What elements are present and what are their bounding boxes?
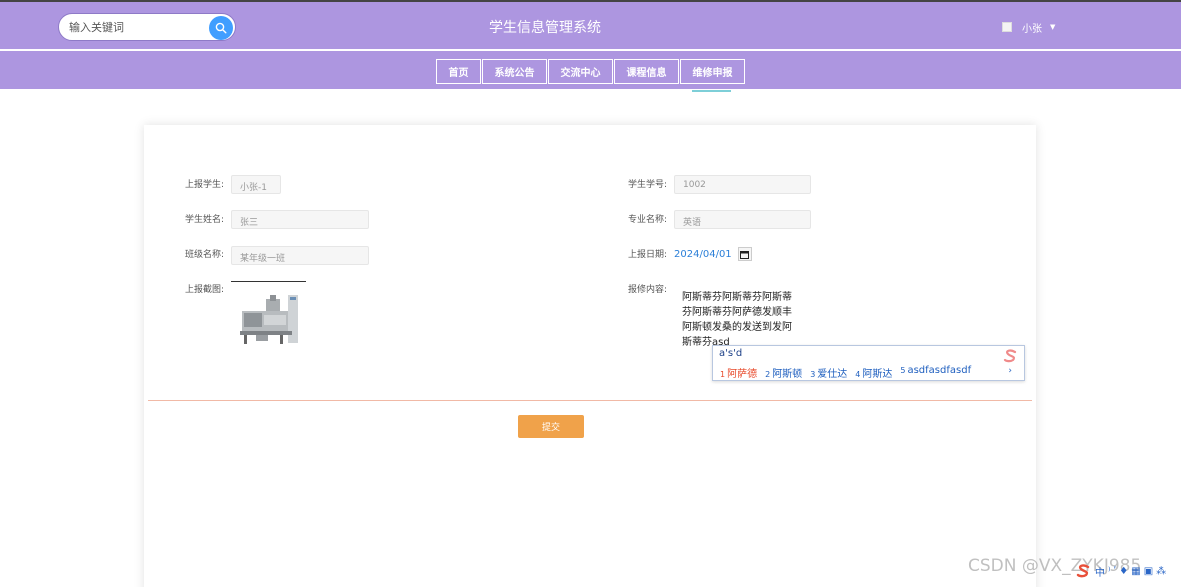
ime-candidate[interactable]: 1 阿萨德	[720, 365, 757, 380]
nav-active-indicator	[692, 90, 731, 92]
main-nav: 首页 系统公告 交流中心 课程信息 维修申报	[436, 59, 746, 84]
ime-toolbar-punct-icon[interactable]: ʹ	[1113, 566, 1116, 577]
ime-next-page-icon[interactable]: ›	[1008, 366, 1012, 376]
machine-image[interactable]	[236, 291, 306, 349]
sogou-logo-icon	[1003, 349, 1017, 363]
form-divider	[148, 400, 1032, 401]
major-field[interactable]: 英语	[674, 210, 811, 229]
student-name-label: 学生姓名:	[185, 215, 225, 225]
content-line: 阿斯顿发桑的发送到发阿	[682, 322, 792, 333]
report-date-label: 上报日期:	[628, 250, 668, 260]
content-label: 报修内容:	[628, 285, 668, 295]
submit-button[interactable]: 提交	[518, 415, 584, 438]
nav-item-home[interactable]: 首页	[436, 59, 481, 84]
nav-item-exchange[interactable]: 交流中心	[548, 59, 613, 84]
student-id-label: 学生学号:	[628, 180, 668, 190]
ime-candidate[interactable]: 2 阿斯顿	[765, 365, 802, 380]
ime-candidate[interactable]: 4 阿斯达	[855, 365, 892, 380]
student-id-field[interactable]: 1002	[674, 175, 811, 194]
nav-item-repair[interactable]: 维修申报	[680, 59, 745, 84]
ime-toolbar-mic-icon[interactable]: ♦	[1119, 566, 1128, 577]
user-name: 小张	[1022, 23, 1042, 35]
user-menu[interactable]: 小张 ▼	[1002, 19, 1055, 35]
date-day: 01	[718, 248, 732, 260]
ime-toolbar-chinese-mode[interactable]: 中	[1095, 564, 1105, 579]
header-divider	[0, 49, 1181, 51]
major-label: 专业名称:	[628, 215, 668, 225]
search-button[interactable]	[209, 16, 233, 40]
caret-down-icon: ▼	[1050, 23, 1056, 31]
date-month: 04	[702, 248, 716, 260]
ime-toolbar-moon-icon[interactable]: ⁾	[1108, 566, 1110, 577]
search-box	[58, 13, 236, 41]
screenshot-label: 上报截图:	[185, 285, 225, 295]
ime-candidates: 1 阿萨德 2 阿斯顿 3 爱仕达 4 阿斯达 5 asdfasdfasdf	[720, 365, 979, 380]
calendar-icon[interactable]	[737, 247, 752, 261]
date-year: 2024	[674, 248, 700, 260]
repair-form-card: 上报学生: 小张-1 学生姓名: 张三 班级名称: 某年级一班 上报截图: 学生…	[144, 125, 1036, 587]
search-input[interactable]	[69, 19, 199, 35]
ime-candidate[interactable]: 3 爱仕达	[810, 365, 847, 380]
reporter-label: 上报学生:	[185, 180, 225, 190]
ime-toolbar-keyboard-icon[interactable]: ▦	[1131, 566, 1140, 577]
content-line: 芬阿斯蒂芬阿萨德发顺丰	[682, 307, 792, 318]
ime-toolbar: 中 ⁾ ʹ ♦ ▦ ▣ ⁂	[1076, 561, 1181, 581]
search-icon	[215, 22, 227, 34]
content-line: 阿斯蒂芬阿斯蒂芬阿斯蒂	[682, 292, 792, 303]
sogou-logo-icon[interactable]	[1076, 564, 1092, 578]
site-title: 学生信息管理系统	[489, 20, 601, 36]
nav-item-courses[interactable]: 课程信息	[614, 59, 679, 84]
report-date-input[interactable]: 2024/04/01	[674, 246, 752, 262]
ime-candidate-window: a's'd 1 阿萨德 2 阿斯顿 3 爱仕达 4 阿斯达 5 asdfasdfasdf …	[712, 345, 1025, 381]
ime-toolbar-tools-icon[interactable]: ⁂	[1156, 566, 1166, 577]
class-name-field[interactable]: 某年级一班	[231, 246, 369, 265]
top-header: 学生信息管理系统 小张 ▼ 首页 系统公告 交流中心 课程信息 维修申报	[0, 0, 1181, 89]
nav-item-announcements[interactable]: 系统公告	[482, 59, 547, 84]
student-name-field[interactable]: 张三	[231, 210, 369, 229]
ime-composition: a's'd	[719, 348, 743, 359]
reporter-field[interactable]: 小张-1	[231, 175, 281, 194]
screenshot-border	[231, 281, 306, 282]
content-textarea[interactable]: 阿斯蒂芬阿斯蒂芬阿斯蒂 芬阿斯蒂芬阿萨德发顺丰 阿斯顿发桑的发送到发阿 斯蒂芬a…	[682, 290, 800, 350]
avatar	[1002, 22, 1012, 32]
class-name-label: 班级名称:	[185, 250, 225, 260]
ime-toolbar-skin-icon[interactable]: ▣	[1144, 566, 1153, 577]
ime-candidate[interactable]: 5 asdfasdfasdf	[900, 365, 971, 380]
